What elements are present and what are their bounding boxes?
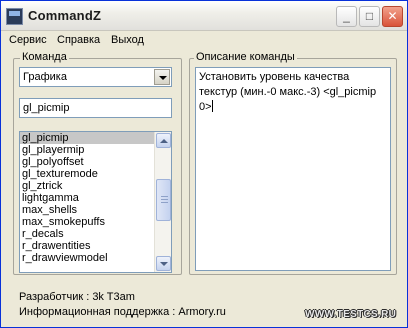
- command-group-label: Команда: [20, 51, 69, 63]
- description-textarea[interactable]: Установить уровень качества текстур (мин…: [195, 67, 391, 271]
- menu-help[interactable]: Справка: [57, 34, 100, 46]
- description-group-label: Описание команды: [194, 51, 297, 63]
- list-item[interactable]: lightgamma: [20, 192, 154, 204]
- title-bar[interactable]: CommandZ _ □ ✕: [1, 1, 407, 31]
- scroll-down-button[interactable]: [156, 256, 171, 271]
- list-item[interactable]: r_decals: [20, 228, 154, 240]
- menu-bar: Сервис Справка Выход: [1, 31, 407, 50]
- grip-line: [161, 199, 168, 200]
- list-item[interactable]: gl_ztrick: [20, 180, 154, 192]
- app-window: CommandZ _ □ ✕ Сервис Справка Выход Кома…: [0, 0, 408, 328]
- list-item[interactable]: gl_texturemode: [20, 168, 154, 180]
- menu-service[interactable]: Сервис: [9, 34, 47, 46]
- arrow-down-icon: [160, 262, 168, 266]
- window-title: CommandZ: [28, 8, 102, 23]
- scroll-up-button[interactable]: [156, 133, 171, 148]
- minimize-button[interactable]: _: [336, 6, 357, 27]
- command-list-items: gl_picmip gl_playermip gl_polyoffset gl_tex…: [20, 132, 154, 264]
- scrollbar-thumb[interactable]: [156, 179, 171, 221]
- list-item[interactable]: gl_polyoffset: [20, 156, 154, 168]
- chevron-down-icon: [159, 76, 167, 80]
- command-search-input[interactable]: [19, 98, 172, 118]
- list-item[interactable]: r_drawentities: [20, 240, 154, 252]
- text-caret: [211, 100, 213, 112]
- close-button[interactable]: ✕: [382, 6, 403, 27]
- author-label: Разработчик : 3k T3am: [19, 291, 135, 303]
- category-select[interactable]: Графика: [19, 67, 172, 87]
- maximize-button[interactable]: □: [359, 6, 380, 27]
- list-item[interactable]: gl_playermip: [20, 144, 154, 156]
- category-select-value: Графика: [23, 71, 67, 83]
- command-list[interactable]: gl_picmip gl_playermip gl_polyoffset gl_tex…: [19, 131, 172, 273]
- list-item[interactable]: max_smokepuffs: [20, 216, 154, 228]
- menu-exit[interactable]: Выход: [111, 34, 144, 46]
- arrow-up-icon: [160, 139, 168, 143]
- dropdown-button[interactable]: [154, 69, 170, 85]
- grip-line: [161, 196, 168, 197]
- list-item[interactable]: max_shells: [20, 204, 154, 216]
- support-label: Информационная поддержка : Armory.ru: [19, 306, 226, 318]
- grip-line: [161, 202, 168, 203]
- list-item[interactable]: gl_picmip: [20, 132, 154, 144]
- list-item[interactable]: r_drawviewmodel: [20, 252, 154, 264]
- watermark-text: WWW.TESTCS.RU: [305, 309, 397, 320]
- list-scrollbar[interactable]: [154, 132, 171, 272]
- description-text: Установить уровень качества текстур (мин…: [199, 71, 377, 113]
- app-icon: [6, 8, 23, 25]
